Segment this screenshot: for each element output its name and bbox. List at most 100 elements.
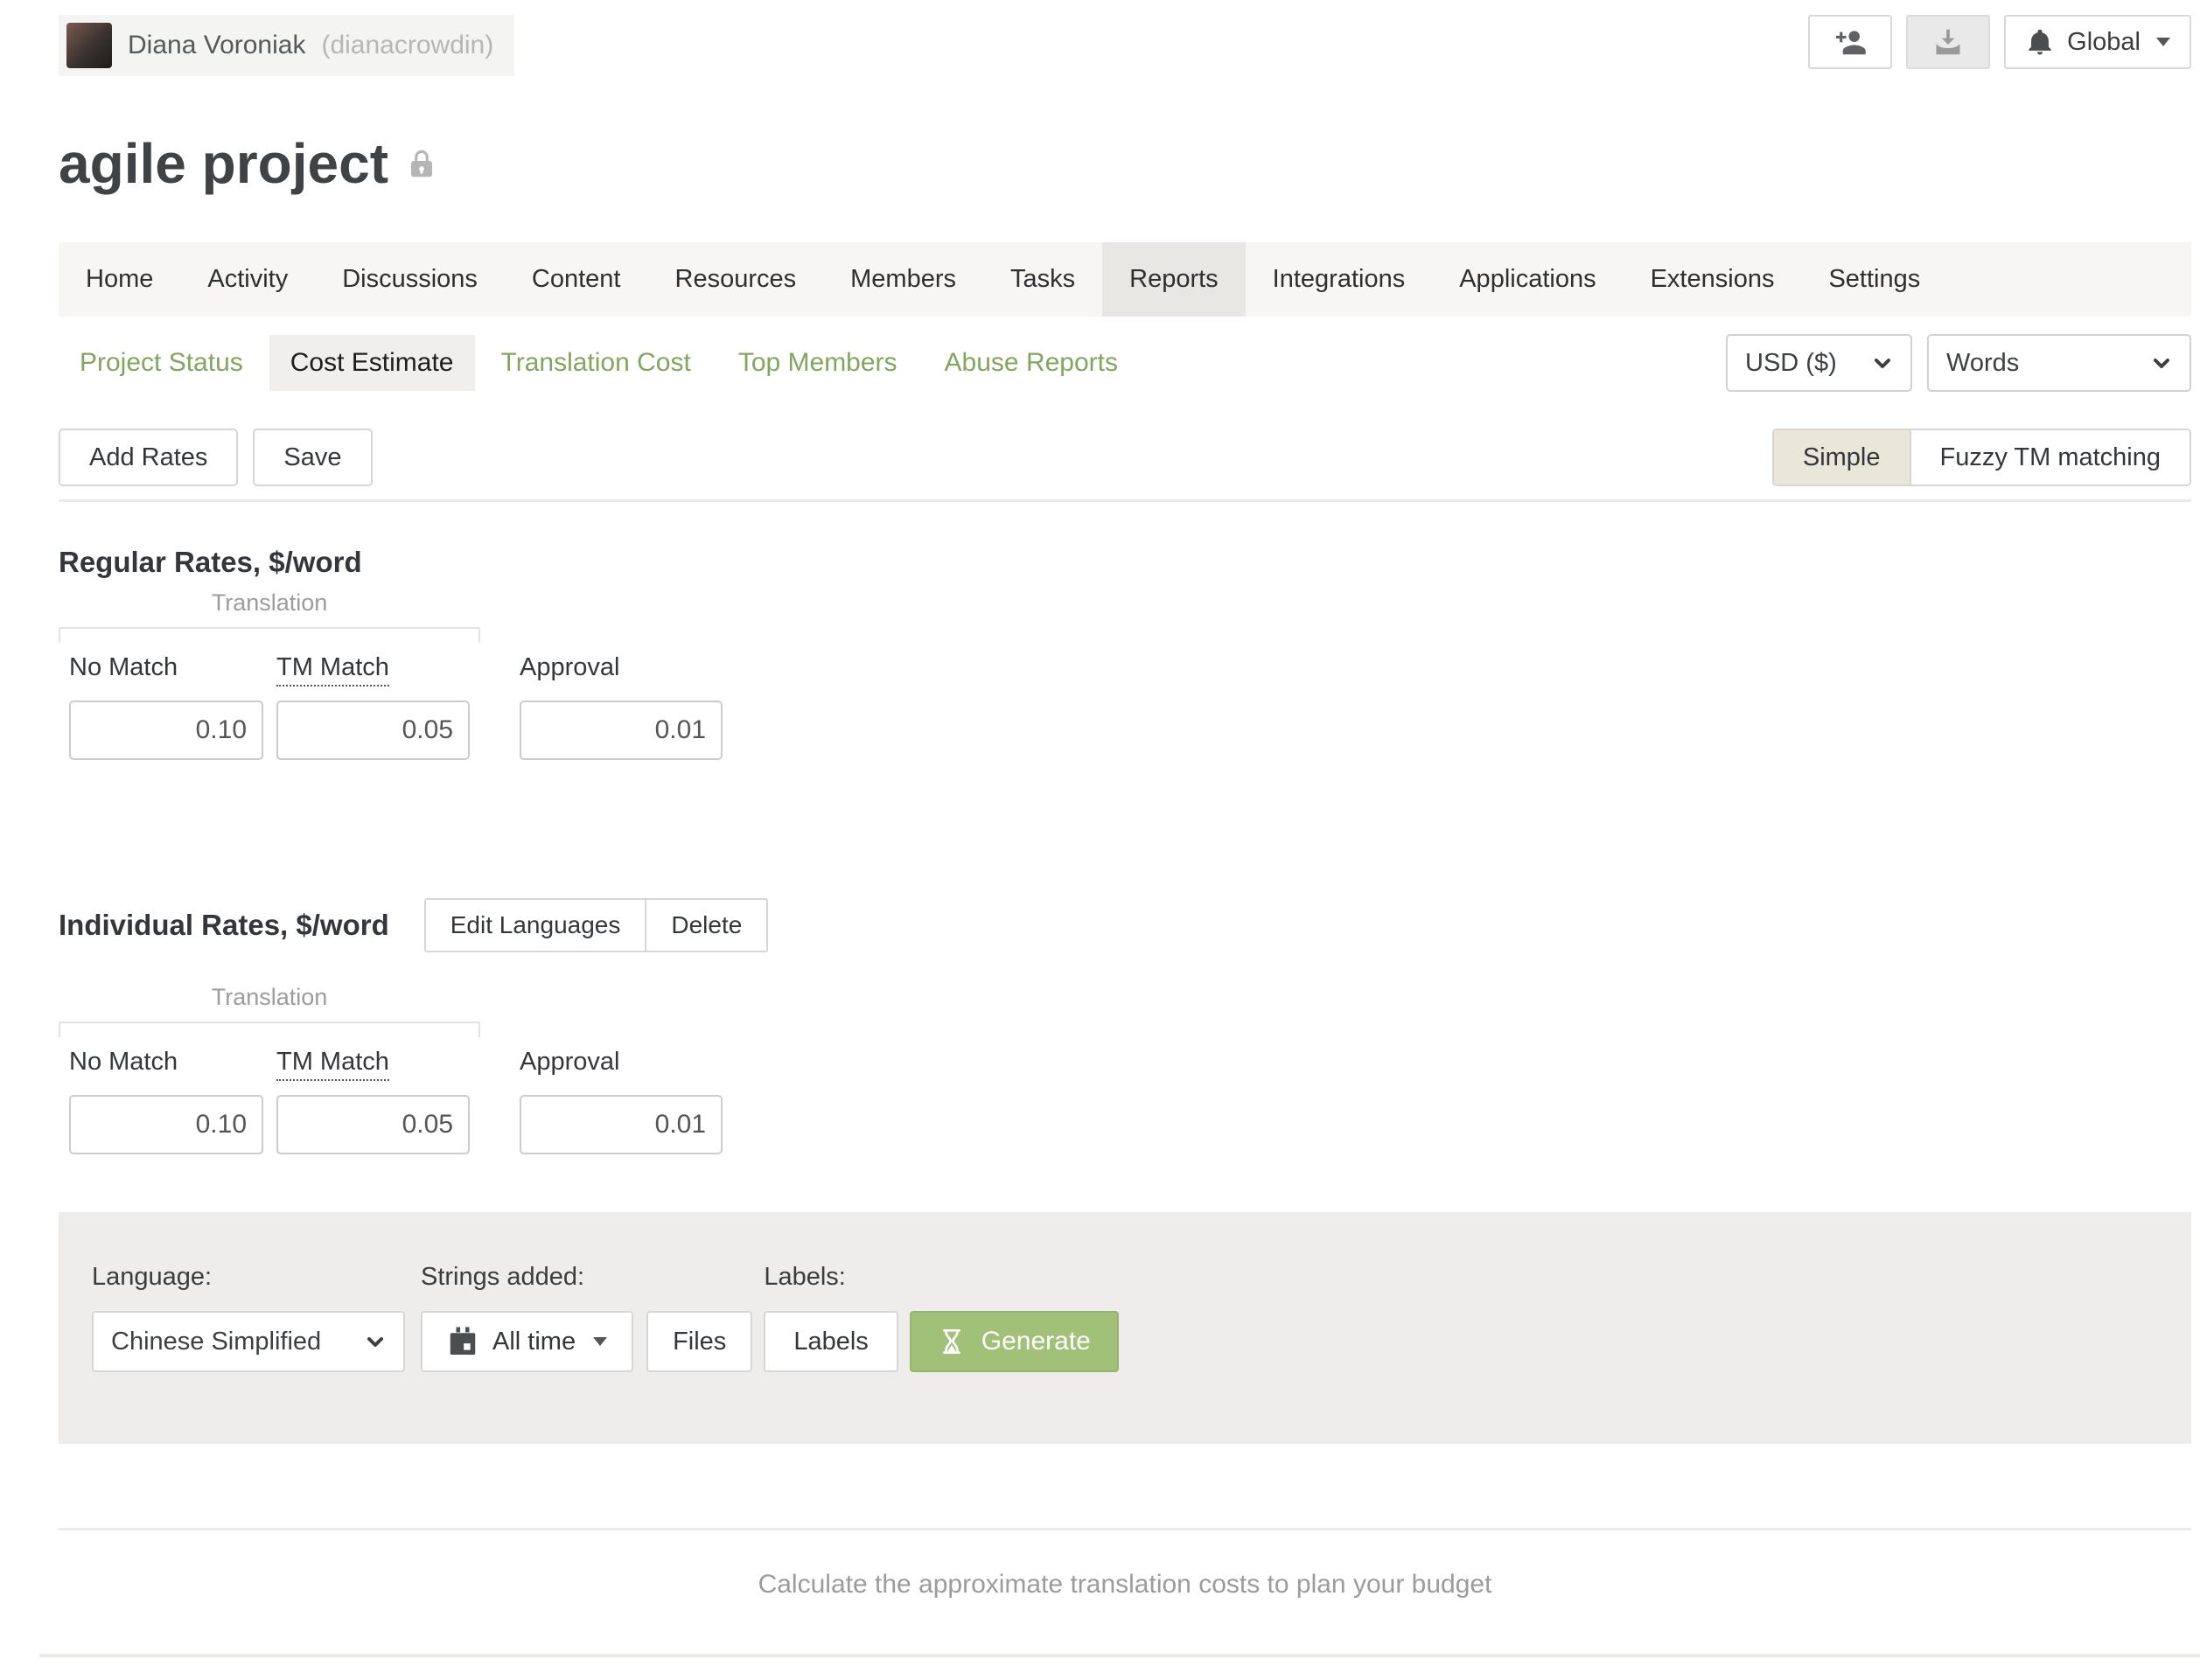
reports-subnav: Project Status Cost Estimate Translation… (59, 335, 1139, 391)
toolbar-left: Add Rates Save (59, 429, 373, 486)
mode-fuzzy-button[interactable]: Fuzzy TM matching (1911, 429, 2191, 486)
approval-column: Approval (520, 1048, 723, 1154)
chevron-down-icon (365, 1331, 386, 1352)
mode-toggle: Simple Fuzzy TM matching (1772, 429, 2191, 486)
individual-tm-match-input[interactable] (276, 1095, 470, 1154)
language-select[interactable]: Chinese Simplified (92, 1311, 405, 1372)
footer-hint: Calculate the approximate translation co… (59, 1570, 2191, 1600)
strings-added-group: Strings added: All time Files (421, 1263, 752, 1372)
generate-panel: Language: Chinese Simplified Strings add… (59, 1212, 2191, 1444)
no-match-column: No Match (69, 1048, 263, 1154)
download-tray-icon (1931, 25, 1965, 59)
no-match-label: No Match (69, 1048, 263, 1079)
generate-label: Generate (981, 1327, 1091, 1356)
calendar-icon (447, 1326, 478, 1357)
language-value: Chinese Simplified (111, 1328, 321, 1356)
section-spacer (59, 760, 2191, 854)
tab-integrations[interactable]: Integrations (1246, 242, 1433, 317)
regular-rates-title: Regular Rates, $/word (59, 546, 2191, 579)
translation-group-bracket (59, 1021, 480, 1037)
regular-tm-match-input[interactable] (276, 701, 470, 760)
tab-tasks[interactable]: Tasks (983, 242, 1102, 317)
subnav-abuse-reports[interactable]: Abuse Reports (924, 335, 1139, 391)
unit-select[interactable]: Words (1927, 334, 2191, 392)
approval-label: Approval (520, 1048, 723, 1079)
add-rates-button[interactable]: Add Rates (59, 429, 238, 486)
language-label: Language: (92, 1263, 405, 1292)
regular-rates-section: Regular Rates, $/word Translation No Mat… (59, 546, 2191, 760)
user-name: Diana Voroniak (128, 31, 305, 60)
translation-group-label: Translation (59, 984, 480, 1021)
tab-reports[interactable]: Reports (1102, 242, 1246, 317)
no-match-column: No Match (69, 653, 263, 760)
invite-people-button[interactable] (1808, 15, 1892, 69)
labels-label: Labels: (764, 1263, 897, 1292)
edit-languages-button[interactable]: Edit Languages (424, 898, 647, 952)
period-value: All time (492, 1328, 576, 1356)
individual-rates-actions: Edit Languages Delete (424, 898, 769, 952)
tm-match-label: TM Match (276, 653, 470, 685)
private-project-lock-icon (406, 148, 437, 179)
translation-group-label: Translation (59, 589, 480, 627)
subnav-translation-cost[interactable]: Translation Cost (480, 335, 712, 391)
footer-divider (59, 1528, 2191, 1530)
page-title: agile project (59, 136, 388, 192)
chevron-down-icon (2151, 352, 2172, 373)
avatar (66, 23, 112, 68)
approval-label: Approval (520, 653, 723, 685)
individual-rates-title: Individual Rates, $/word (59, 909, 389, 942)
delete-button[interactable]: Delete (646, 898, 768, 952)
tab-extensions[interactable]: Extensions (1624, 242, 1802, 317)
tab-content[interactable]: Content (505, 242, 648, 317)
period-button[interactable]: All time (421, 1311, 633, 1372)
individual-rates-row: No Match TM Match Approval (59, 1048, 2191, 1154)
tab-resources[interactable]: Resources (648, 242, 824, 317)
caret-down-icon (2156, 38, 2170, 46)
tab-members[interactable]: Members (823, 242, 983, 317)
translation-group: Translation (59, 984, 480, 1037)
currency-value: USD ($) (1745, 349, 1837, 378)
user-login: (dianacrowdin) (321, 31, 493, 60)
subnav-cost-estimate[interactable]: Cost Estimate (269, 335, 475, 391)
no-match-label: No Match (69, 653, 263, 685)
bottom-divider (39, 1654, 2200, 1657)
currency-select[interactable]: USD ($) (1726, 334, 1912, 392)
bell-icon (2025, 27, 2055, 57)
regular-no-match-input[interactable] (69, 701, 263, 760)
translation-group: Translation (59, 589, 480, 643)
top-actions: Global (1808, 15, 2191, 69)
subnav-project-status[interactable]: Project Status (59, 335, 264, 391)
page: Diana Voroniak (dianacrowdin) Global (0, 0, 2200, 1657)
regular-approval-input[interactable] (520, 701, 723, 760)
approval-column: Approval (520, 653, 723, 760)
individual-rates-section: Individual Rates, $/word Edit Languages … (59, 898, 2191, 1154)
files-button[interactable]: Files (646, 1311, 752, 1372)
language-group: Language: Chinese Simplified (92, 1263, 405, 1372)
chevron-down-icon (1872, 352, 1893, 373)
filters: USD ($) Words (1726, 334, 2191, 392)
unit-value: Words (1946, 349, 2019, 378)
translation-group-bracket (59, 627, 480, 643)
mode-simple-button[interactable]: Simple (1772, 429, 1911, 486)
individual-no-match-input[interactable] (69, 1095, 263, 1154)
tab-discussions[interactable]: Discussions (315, 242, 505, 317)
tab-activity[interactable]: Activity (180, 242, 315, 317)
subnav-top-members[interactable]: Top Members (717, 335, 918, 391)
notifications-button[interactable]: Global (2004, 15, 2191, 69)
generate-button[interactable]: Generate (910, 1311, 1119, 1372)
labels-button[interactable]: Labels (764, 1311, 897, 1372)
individual-rates-head: Individual Rates, $/word Edit Languages … (59, 898, 2191, 952)
tab-home[interactable]: Home (59, 242, 180, 317)
tab-applications[interactable]: Applications (1432, 242, 1623, 317)
download-button[interactable] (1906, 15, 1990, 69)
tab-settings[interactable]: Settings (1801, 242, 1947, 317)
spacer (633, 1311, 646, 1372)
save-button[interactable]: Save (253, 429, 372, 486)
individual-approval-input[interactable] (520, 1095, 723, 1154)
person-add-icon (1833, 25, 1867, 59)
user-menu[interactable]: Diana Voroniak (dianacrowdin) (59, 15, 514, 76)
notifications-scope-label: Global (2067, 28, 2141, 57)
tm-match-label: TM Match (276, 1048, 470, 1079)
project-tabs: Home Activity Discussions Content Resour… (59, 242, 2191, 317)
toolbar-divider (59, 499, 2191, 502)
